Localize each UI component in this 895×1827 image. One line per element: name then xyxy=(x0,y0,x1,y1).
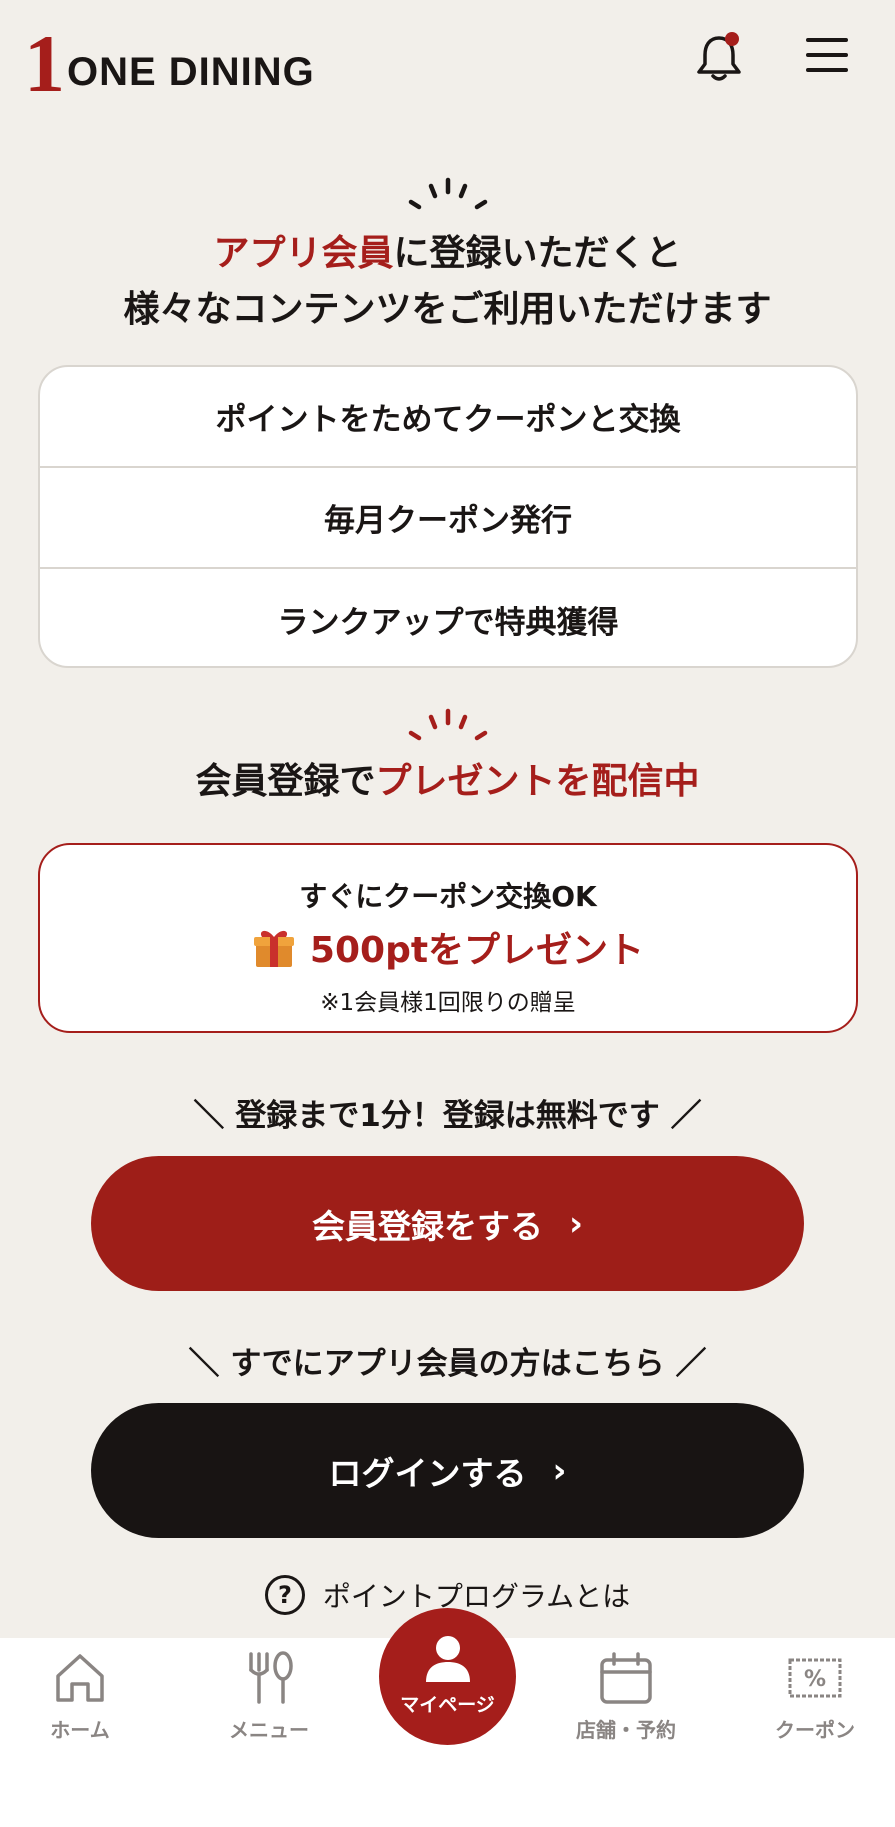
bell-icon xyxy=(697,32,741,81)
point-program-label: ポイントプログラムとは xyxy=(322,1580,631,1613)
coupon-icon: % xyxy=(788,1658,842,1698)
present-heading-prefix: 会員登録で xyxy=(195,761,376,802)
chevron-right-icon: › xyxy=(568,1203,583,1244)
one-dining-logo[interactable]: 1 ONE DINING xyxy=(24,18,315,109)
present-heading: 会員登録でプレゼントを配信中 xyxy=(0,754,895,810)
benefits-list: ポイントをためてクーポンと交換 毎月クーポン発行 ランクアップで特典獲得 xyxy=(38,365,858,668)
emphasis-burst-icon xyxy=(408,708,488,741)
benefit-item: ポイントをためてクーポンと交換 xyxy=(40,367,856,468)
cutlery-icon xyxy=(249,1651,293,1704)
app-header: 1 ONE DINING xyxy=(0,0,895,120)
intro-line1: に登録いただくと xyxy=(393,233,682,274)
login-button[interactable]: ログインする › xyxy=(91,1403,804,1538)
present-points-text: 500ptをプレゼント xyxy=(309,930,645,971)
tab-mypage[interactable]: マイページ xyxy=(379,1608,516,1745)
hamburger-menu-icon[interactable] xyxy=(806,38,848,78)
present-points: 500ptをプレゼント xyxy=(40,921,856,973)
tab-menu-label: メニュー xyxy=(229,1718,309,1742)
tab-coupon-label: クーポン xyxy=(775,1718,855,1742)
tab-home[interactable]: ホーム xyxy=(0,1638,160,1788)
calendar-icon xyxy=(600,1652,652,1704)
tab-menu[interactable]: メニュー xyxy=(189,1638,349,1788)
question-icon: ? xyxy=(264,1575,305,1615)
chevron-right-icon: › xyxy=(552,1450,567,1491)
tab-coupon[interactable]: % クーポン xyxy=(735,1638,895,1788)
register-button-label: 会員登録をする xyxy=(311,1206,543,1246)
person-icon xyxy=(425,1636,470,1682)
login-lead: ＼ すでにアプリ会員の方はこちら ／ xyxy=(188,1346,707,1382)
gift-icon xyxy=(253,930,294,967)
intro-headline: アプリ会員に登録いただくと 様々なコンテンツをご利用いただけます xyxy=(0,226,895,338)
svg-text:%: % xyxy=(804,1667,826,1692)
tab-mypage-label: マイページ xyxy=(400,1694,495,1716)
register-button[interactable]: 会員登録をする › xyxy=(91,1156,804,1291)
present-note: ※1会員様1回限りの贈呈 xyxy=(320,990,576,1016)
present-line1: すぐにクーポン交換OK xyxy=(299,880,597,913)
logo-text: ONE DINING xyxy=(67,50,315,94)
home-icon xyxy=(56,1654,104,1702)
intro-accent: アプリ会員 xyxy=(213,233,394,274)
tab-home-label: ホーム xyxy=(50,1718,110,1742)
intro-line2: 様々なコンテンツをご利用いただけます xyxy=(123,289,772,330)
benefit-item: ランクアップで特典獲得 xyxy=(277,605,619,641)
login-button-label: ログインする xyxy=(328,1453,527,1493)
logo-mark: 1 xyxy=(24,18,65,109)
notification-button[interactable] xyxy=(694,30,744,84)
welcome-present-card: すぐにクーポン交換OK 500ptをプレゼント ※1会員様1回限りの贈呈 xyxy=(38,843,858,1033)
present-heading-accent: プレゼントを配信中 xyxy=(375,761,700,802)
emphasis-burst-icon xyxy=(408,177,488,210)
tab-stores[interactable]: 店舗・予約 xyxy=(546,1638,706,1788)
notification-dot xyxy=(725,32,739,46)
tab-stores-label: 店舗・予約 xyxy=(576,1718,676,1742)
benefit-item: 毎月クーポン発行 xyxy=(40,468,856,569)
register-lead: ＼ 登録まで1分！登録は無料です ／ xyxy=(193,1098,702,1134)
